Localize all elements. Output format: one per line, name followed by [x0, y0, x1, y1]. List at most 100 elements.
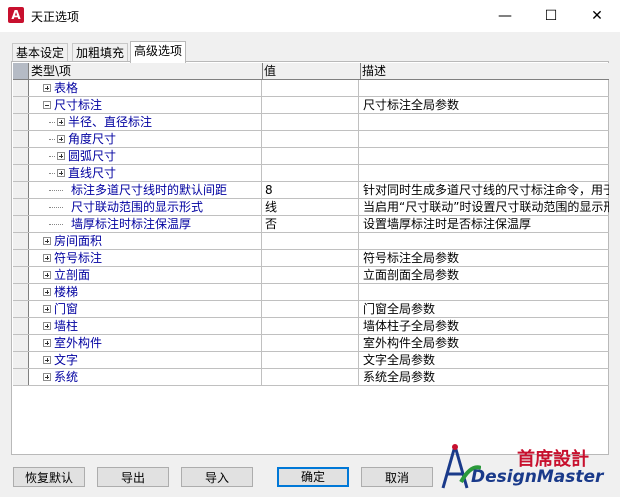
value-cell[interactable]	[262, 284, 359, 300]
table-row[interactable]: 直线尺寸	[13, 165, 609, 182]
value-cell[interactable]	[262, 250, 359, 266]
value-cell[interactable]	[262, 114, 359, 130]
ok-button[interactable]: 确定	[277, 467, 349, 487]
expand-icon[interactable]	[43, 373, 51, 381]
row-header[interactable]	[13, 131, 29, 147]
name-cell[interactable]: 尺寸联动范围的显示形式	[29, 199, 262, 215]
name-cell[interactable]: 表格	[29, 80, 262, 96]
value-cell[interactable]	[262, 97, 359, 113]
expand-icon[interactable]	[57, 152, 65, 160]
expand-icon[interactable]	[43, 356, 51, 364]
name-cell[interactable]: 标注多道尺寸线时的默认间距	[29, 182, 262, 198]
row-header[interactable]	[13, 335, 29, 351]
collapse-icon[interactable]	[43, 101, 51, 109]
cancel-button[interactable]: 取消	[361, 467, 433, 487]
row-header[interactable]	[13, 301, 29, 317]
value-cell[interactable]	[262, 148, 359, 164]
row-header[interactable]	[13, 182, 29, 198]
value-cell[interactable]	[262, 165, 359, 181]
row-header[interactable]	[13, 284, 29, 300]
expand-icon[interactable]	[57, 118, 65, 126]
row-header[interactable]	[13, 97, 29, 113]
value-cell[interactable]: 8	[262, 182, 359, 198]
name-cell[interactable]: 文字	[29, 352, 262, 368]
table-row[interactable]: 室外构件 室外构件全局参数	[13, 335, 609, 352]
table-row[interactable]: 标注多道尺寸线时的默认间距 8 针对同时生成多道尺寸线的尺寸标注命令，用于控	[13, 182, 609, 199]
table-row[interactable]: 角度尺寸	[13, 131, 609, 148]
close-button[interactable]: ✕	[574, 0, 620, 32]
name-cell[interactable]: 符号标注	[29, 250, 262, 266]
value-cell[interactable]	[262, 233, 359, 249]
row-header[interactable]	[13, 318, 29, 334]
maximize-button[interactable]: ☐	[528, 0, 574, 32]
row-header[interactable]	[13, 165, 29, 181]
name-cell[interactable]: 角度尺寸	[29, 131, 262, 147]
row-header[interactable]	[13, 148, 29, 164]
table-row[interactable]: 尺寸标注 尺寸标注全局参数	[13, 97, 609, 114]
value-cell[interactable]	[262, 369, 359, 385]
name-cell[interactable]: 楼梯	[29, 284, 262, 300]
expand-icon[interactable]	[43, 322, 51, 330]
table-row[interactable]: 门窗 门窗全局参数	[13, 301, 609, 318]
tab-advanced-options[interactable]: 高级选项	[130, 41, 187, 63]
name-cell[interactable]: 圆弧尺寸	[29, 148, 262, 164]
restore-default-button[interactable]: 恢复默认	[13, 467, 85, 487]
table-row[interactable]: 圆弧尺寸	[13, 148, 609, 165]
description-cell	[360, 148, 609, 164]
export-button[interactable]: 导出	[97, 467, 169, 487]
value-cell[interactable]	[262, 318, 359, 334]
name-cell[interactable]: 墙厚标注时标注保温厚	[29, 216, 262, 232]
row-header[interactable]	[13, 216, 29, 232]
row-header[interactable]	[13, 250, 29, 266]
value-cell[interactable]	[262, 267, 359, 283]
expand-icon[interactable]	[43, 237, 51, 245]
minimize-button[interactable]: —	[482, 0, 528, 32]
table-row[interactable]: 立剖面 立面剖面全局参数	[13, 267, 609, 284]
expand-icon[interactable]	[43, 84, 51, 92]
table-row[interactable]: 楼梯	[13, 284, 609, 301]
name-cell[interactable]: 立剖面	[29, 267, 262, 283]
table-row[interactable]: 尺寸联动范围的显示形式 线当启用“尺寸联动”时设置尺寸联动范围的显示形	[13, 199, 609, 216]
item-name: 符号标注	[54, 251, 103, 265]
row-header[interactable]	[13, 114, 29, 130]
table-row[interactable]: 文字 文字全局参数	[13, 352, 609, 369]
table-row[interactable]: 系统 系统全局参数	[13, 369, 609, 386]
name-cell[interactable]: 尺寸标注	[29, 97, 262, 113]
name-cell[interactable]: 半径、直径标注	[29, 114, 262, 130]
row-header[interactable]	[13, 233, 29, 249]
value-cell[interactable]	[262, 301, 359, 317]
value-cell[interactable]: 线	[262, 199, 359, 215]
expand-icon[interactable]	[57, 169, 65, 177]
value-cell[interactable]: 否	[262, 216, 359, 232]
expand-icon[interactable]	[43, 271, 51, 279]
value-cell[interactable]	[262, 80, 359, 96]
table-row[interactable]: 符号标注 符号标注全局参数	[13, 250, 609, 267]
name-cell[interactable]: 系统	[29, 369, 262, 385]
name-cell[interactable]: 直线尺寸	[29, 165, 262, 181]
expand-icon[interactable]	[43, 288, 51, 296]
row-header[interactable]	[13, 267, 29, 283]
expand-icon[interactable]	[43, 339, 51, 347]
name-cell[interactable]: 墙柱	[29, 318, 262, 334]
table-row[interactable]: 墙柱 墙体柱子全局参数	[13, 318, 609, 335]
tab-basic-settings[interactable]: 基本设定	[12, 43, 69, 62]
tab-bold-fill[interactable]: 加粗填充	[72, 43, 129, 62]
value-cell[interactable]	[262, 335, 359, 351]
import-button[interactable]: 导入	[181, 467, 253, 487]
value-cell[interactable]	[262, 131, 359, 147]
expand-icon[interactable]	[43, 254, 51, 262]
row-header[interactable]	[13, 352, 29, 368]
row-header[interactable]	[13, 80, 29, 96]
table-row[interactable]: 墙厚标注时标注保温厚 否设置墙厚标注时是否标注保温厚	[13, 216, 609, 233]
name-cell[interactable]: 房间面积	[29, 233, 262, 249]
name-cell[interactable]: 室外构件	[29, 335, 262, 351]
table-row[interactable]: 表格	[13, 80, 609, 97]
value-cell[interactable]	[262, 352, 359, 368]
row-header[interactable]	[13, 369, 29, 385]
table-row[interactable]: 房间面积	[13, 233, 609, 250]
expand-icon[interactable]	[57, 135, 65, 143]
table-row[interactable]: 半径、直径标注	[13, 114, 609, 131]
row-header[interactable]	[13, 199, 29, 215]
expand-icon[interactable]	[43, 305, 51, 313]
name-cell[interactable]: 门窗	[29, 301, 262, 317]
